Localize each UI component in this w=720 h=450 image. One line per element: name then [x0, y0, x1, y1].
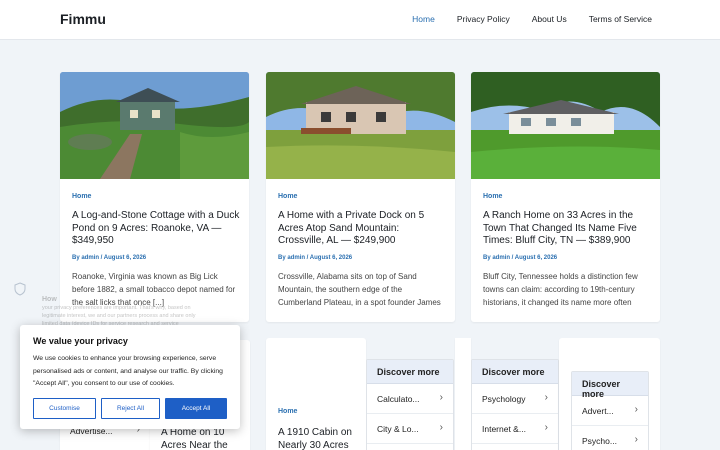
post-title[interactable]: A Ranch Home on 33 Acres in the Town Tha… — [483, 210, 651, 248]
nav-privacy-policy[interactable]: Privacy Policy — [457, 14, 510, 24]
nav-about-us[interactable]: About Us — [532, 14, 567, 24]
chevron-right-icon: › — [439, 392, 443, 403]
cookie-text: We use cookies to enhance your browsing … — [33, 355, 223, 387]
post-title[interactable]: A 1910 Cabin on Nearly 30 Acres — [278, 427, 360, 450]
post-meta: By admin / August 6, 2026 — [278, 255, 353, 261]
post-thumbnail-sand-mountain-home[interactable] — [266, 72, 455, 179]
post-category[interactable]: Home — [278, 408, 297, 415]
cookie-title: We value your privacy — [33, 336, 128, 346]
discover-heading: Discover more — [472, 360, 558, 384]
post-meta: By admin / August 6, 2026 — [483, 255, 558, 261]
post-excerpt: Bluff City, Tennessee holds a distinctio… — [483, 272, 638, 307]
post-title[interactable]: A Home with a Private Dock on 5 Acres At… — [278, 210, 446, 248]
post-meta: By admin / August 6, 2026 — [72, 255, 147, 261]
post-excerpt: Crossville, Alabama sits on top of Sand … — [278, 272, 441, 307]
discover-item[interactable]: Calculato... › — [367, 384, 453, 414]
customise-button[interactable]: Customise — [33, 398, 96, 419]
post-thumbnail-ranch-home[interactable] — [471, 72, 660, 179]
post-category[interactable]: Home — [72, 193, 91, 200]
site-logo[interactable]: Fimmu — [60, 11, 106, 27]
post-title[interactable]: A Home on 10 Acres Near the — [161, 427, 241, 450]
nav-home[interactable]: Home — [412, 14, 435, 24]
discover-item[interactable]: Advert... › — [572, 396, 648, 426]
post-card-1[interactable]: Home A Log-and-Stone Cottage with a Duck… — [60, 72, 249, 322]
discover-item[interactable]: City & Lo... › — [367, 414, 453, 444]
discover-more-widget-3: Discover more Advert... › Psycho... › — [571, 371, 649, 450]
post-card-5[interactable]: Home A 1910 Cabin on Nearly 30 Acres — [266, 338, 366, 450]
post-card-2[interactable]: Home A Home with a Private Dock on 5 Acr… — [266, 72, 455, 322]
site-header: Fimmu Home Privacy Policy About Us Terms… — [0, 0, 720, 40]
nav-terms-of-service[interactable]: Terms of Service — [589, 14, 652, 24]
shield-icon — [14, 282, 26, 296]
ghost-heading: How — [42, 296, 57, 303]
chevron-right-icon: › — [634, 434, 638, 445]
chevron-right-icon: › — [544, 422, 548, 433]
cookie-consent-dialog: We value your privacy We use cookies to … — [20, 325, 240, 429]
reject-all-button[interactable]: Reject All — [101, 398, 160, 419]
chevron-right-icon: › — [544, 392, 548, 403]
post-category[interactable]: Home — [278, 193, 297, 200]
post-category[interactable]: Home — [483, 193, 502, 200]
discover-more-widget-1: Discover more Calculato... › City & Lo...… — [366, 359, 454, 450]
chevron-right-icon: › — [439, 422, 443, 433]
main-nav: Home Privacy Policy About Us Terms of Se… — [412, 14, 652, 24]
privacy-ghost-text: How your privacy preferences are importa… — [42, 296, 202, 328]
post-title[interactable]: A Log-and-Stone Cottage with a Duck Pond… — [72, 210, 240, 248]
discover-heading: Discover more — [367, 360, 453, 384]
post-thumbnail-log-cottage[interactable] — [60, 72, 249, 179]
discover-item[interactable]: Psychology › — [472, 384, 558, 414]
discover-item[interactable]: Internet &... › — [472, 414, 558, 444]
post-card-6[interactable] — [455, 338, 471, 450]
chevron-right-icon: › — [634, 404, 638, 415]
discover-item[interactable]: Psycho... › — [572, 426, 648, 450]
discover-more-widget-2: Discover more Psychology › Internet &... › — [471, 359, 559, 450]
discover-heading: Discover more — [572, 372, 648, 399]
accept-all-button[interactable]: Accept All — [165, 398, 227, 419]
post-card-3[interactable]: Home A Ranch Home on 33 Acres in the Tow… — [471, 72, 660, 322]
